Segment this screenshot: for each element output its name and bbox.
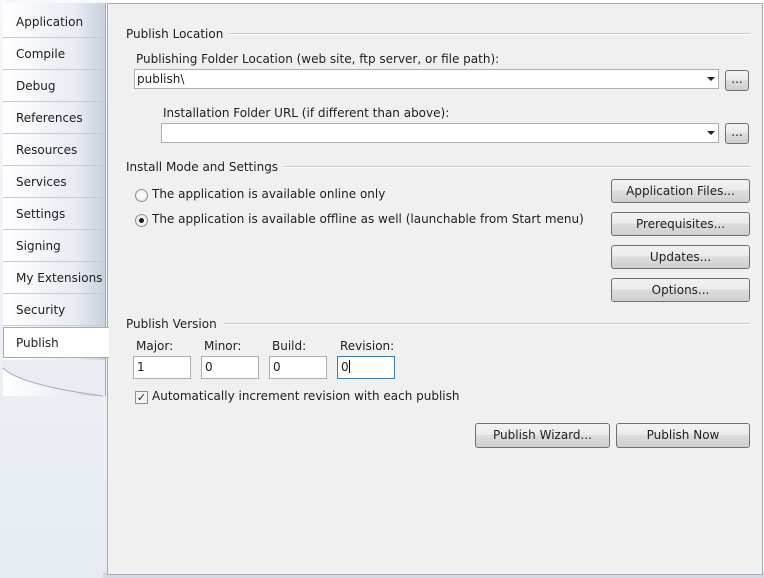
text-caret: [348, 360, 350, 373]
browse-installation-url-button[interactable]: ...: [725, 123, 749, 144]
publish-page: Publish Location Publishing Folder Locat…: [107, 3, 763, 575]
revision-value: 0: [341, 360, 349, 374]
radio-selected-dot: [139, 218, 144, 223]
major-label: Major:: [136, 339, 174, 353]
minor-label: Minor:: [204, 339, 242, 353]
publishing-folder-combobox[interactable]: publish\: [134, 69, 719, 89]
build-input[interactable]: 0: [269, 356, 327, 379]
auto-increment-checkbox[interactable]: ✓: [135, 391, 148, 404]
application-files-button[interactable]: Application Files...: [611, 179, 750, 203]
group-title-publish-location: Publish Location: [126, 27, 230, 41]
tab-compile[interactable]: Compile: [3, 39, 103, 70]
tab-strip-tail: [2, 360, 105, 397]
minor-input[interactable]: 0: [201, 356, 259, 379]
publish-wizard-button[interactable]: Publish Wizard...: [475, 423, 610, 448]
updates-button[interactable]: Updates...: [611, 245, 750, 269]
group-divider: [216, 33, 750, 35]
tab-debug[interactable]: Debug: [3, 71, 103, 102]
online-only-label[interactable]: The application is available online only: [152, 187, 385, 201]
tab-references[interactable]: References: [3, 103, 103, 134]
prerequisites-button[interactable]: Prerequisites...: [611, 212, 750, 236]
tab-resources[interactable]: Resources: [3, 135, 103, 166]
chevron-down-icon[interactable]: [707, 131, 715, 135]
online-only-radio[interactable]: [135, 189, 148, 202]
tab-my-extensions[interactable]: My Extensions: [3, 263, 103, 294]
tab-publish[interactable]: Publish: [3, 327, 109, 358]
publishing-folder-label: Publishing Folder Location (web site, ft…: [136, 52, 500, 66]
major-input[interactable]: 1: [133, 356, 191, 379]
publish-now-button[interactable]: Publish Now: [616, 423, 750, 448]
group-title-install-mode: Install Mode and Settings: [126, 160, 285, 174]
revision-label: Revision:: [340, 339, 395, 353]
tab-security[interactable]: Security: [3, 295, 103, 326]
check-icon: ✓: [136, 391, 147, 404]
group-divider: [268, 166, 750, 168]
revision-input[interactable]: 0: [337, 356, 395, 379]
tab-signing[interactable]: Signing: [3, 231, 103, 262]
group-divider: [218, 323, 750, 325]
group-title-publish-version: Publish Version: [126, 317, 223, 331]
installation-url-label: Installation Folder URL (if different th…: [163, 106, 450, 120]
tab-services[interactable]: Services: [3, 167, 103, 198]
installation-url-combobox[interactable]: [161, 123, 719, 143]
build-label: Build:: [272, 339, 307, 353]
offline-label[interactable]: The application is available offline as …: [152, 212, 584, 226]
chevron-down-icon[interactable]: [707, 77, 715, 81]
tab-application[interactable]: Application: [3, 7, 103, 38]
publishing-folder-value: publish\: [137, 72, 185, 86]
tab-settings[interactable]: Settings: [3, 199, 103, 230]
project-properties-tab-strip: Application Compile Debug References Res…: [0, 0, 109, 578]
offline-radio[interactable]: [135, 214, 148, 227]
options-button[interactable]: Options...: [611, 278, 750, 302]
browse-publishing-folder-button[interactable]: ...: [725, 70, 749, 91]
auto-increment-label[interactable]: Automatically increment revision with ea…: [152, 389, 460, 403]
